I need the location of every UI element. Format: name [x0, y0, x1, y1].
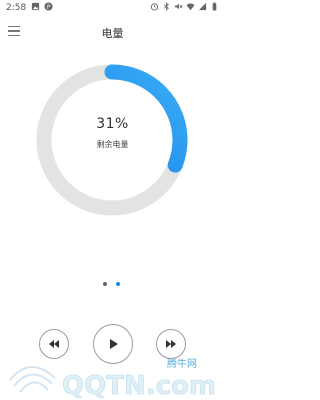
status-left-icons: P — [31, 2, 53, 11]
alarm-icon — [150, 3, 159, 11]
wifi-icon — [186, 3, 195, 11]
rewind-icon — [49, 340, 59, 348]
svg-text:P: P — [47, 5, 51, 11]
bluetooth-icon — [163, 2, 169, 11]
signal-icon — [198, 2, 207, 11]
status-time: 2:58 — [6, 3, 27, 13]
play-icon — [110, 339, 118, 349]
image-icon — [31, 2, 40, 11]
rewind-button[interactable] — [39, 329, 69, 359]
parking-icon: P — [44, 2, 53, 11]
page-dot-2-active[interactable] — [116, 282, 120, 286]
watermark-latin: QQTN.com — [62, 371, 216, 400]
mute-icon — [174, 3, 183, 10]
status-right-icons — [150, 2, 219, 11]
fast-forward-icon — [166, 340, 176, 348]
watermark-cn: 腾牛网 — [167, 359, 197, 370]
page-indicator — [103, 282, 120, 286]
page-title: 电量 — [101, 27, 124, 40]
battery-percent: 31% — [96, 116, 129, 132]
battery-label: 剩余电量 — [96, 140, 129, 149]
status-bar: 2:58 P — [0, 0, 225, 16]
battery-icon — [212, 2, 217, 11]
play-button[interactable] — [93, 324, 133, 364]
page-dot-1[interactable] — [103, 282, 107, 286]
app-bar: 电量 — [0, 16, 225, 50]
